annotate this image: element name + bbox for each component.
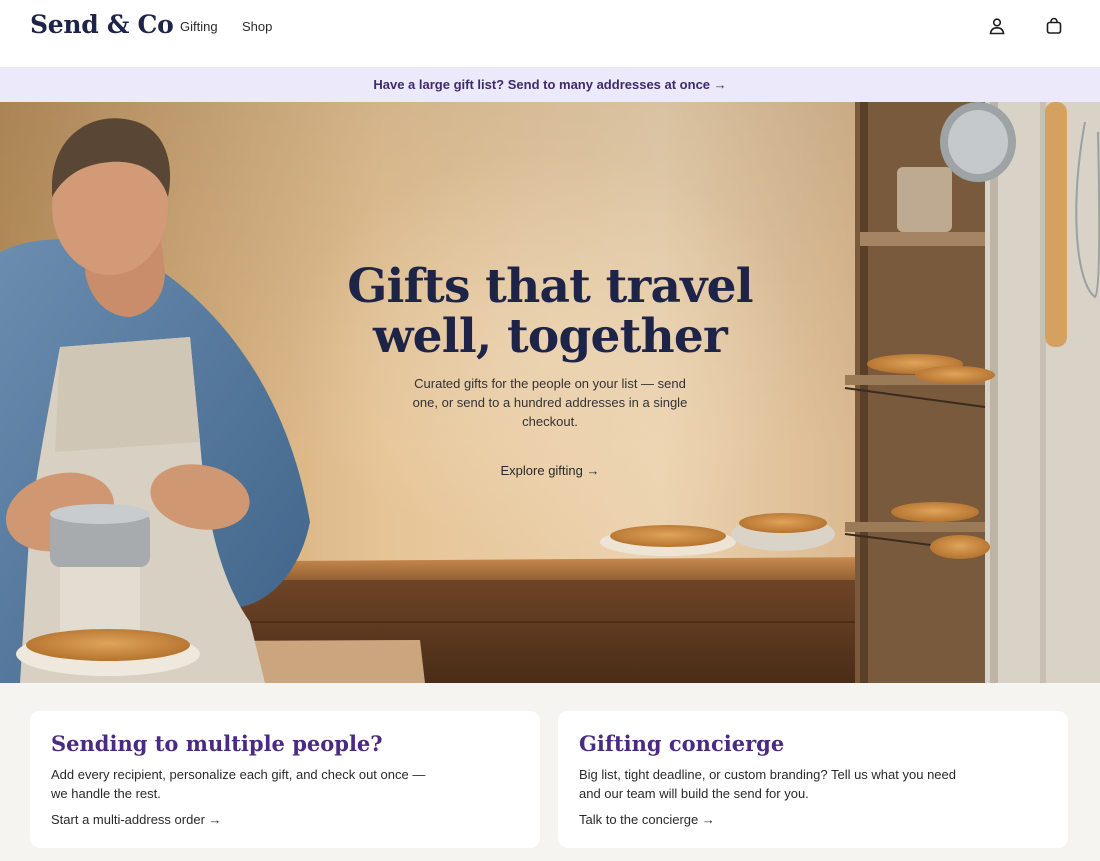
- start-multi-address-order-link[interactable]: Start a multi-address order →: [51, 812, 222, 827]
- card-body: Big list, tight deadline, or custom bran…: [579, 767, 956, 801]
- hero-title: Gifts that travel well, together: [347, 259, 753, 364]
- talk-to-concierge-link[interactable]: Talk to the concierge →: [579, 812, 715, 827]
- hero-subtitle: Curated gifts for the people on your lis…: [412, 376, 688, 429]
- nav-gifting[interactable]: Gifting: [180, 19, 218, 34]
- site-header: Send & Co Gifting Shop: [0, 0, 1100, 67]
- hero-section: Gifts that travel well, together Curated…: [0, 102, 1100, 683]
- user-icon[interactable]: [985, 14, 1009, 38]
- promo-banner: Have a large gift list? Send to many add…: [0, 67, 1100, 102]
- card-title: Gifting concierge: [579, 731, 785, 756]
- card-body: Add every recipient, personalize each gi…: [51, 767, 426, 801]
- site-logo[interactable]: Send & Co: [30, 10, 174, 39]
- concierge-card: Gifting concierge Big list, tight deadli…: [558, 711, 1068, 848]
- nav-shop[interactable]: Shop: [242, 19, 272, 34]
- card-title: Sending to multiple people?: [51, 731, 383, 756]
- shopping-bag-icon[interactable]: [1042, 14, 1066, 38]
- multi-address-card: Sending to multiple people? Add every re…: [30, 711, 540, 848]
- promo-banner-link[interactable]: Have a large gift list? Send to many add…: [373, 77, 726, 92]
- hero-copy: Gifts that travel well, together Curated…: [340, 262, 760, 480]
- explore-gifting-link[interactable]: Explore gifting →: [501, 463, 600, 478]
